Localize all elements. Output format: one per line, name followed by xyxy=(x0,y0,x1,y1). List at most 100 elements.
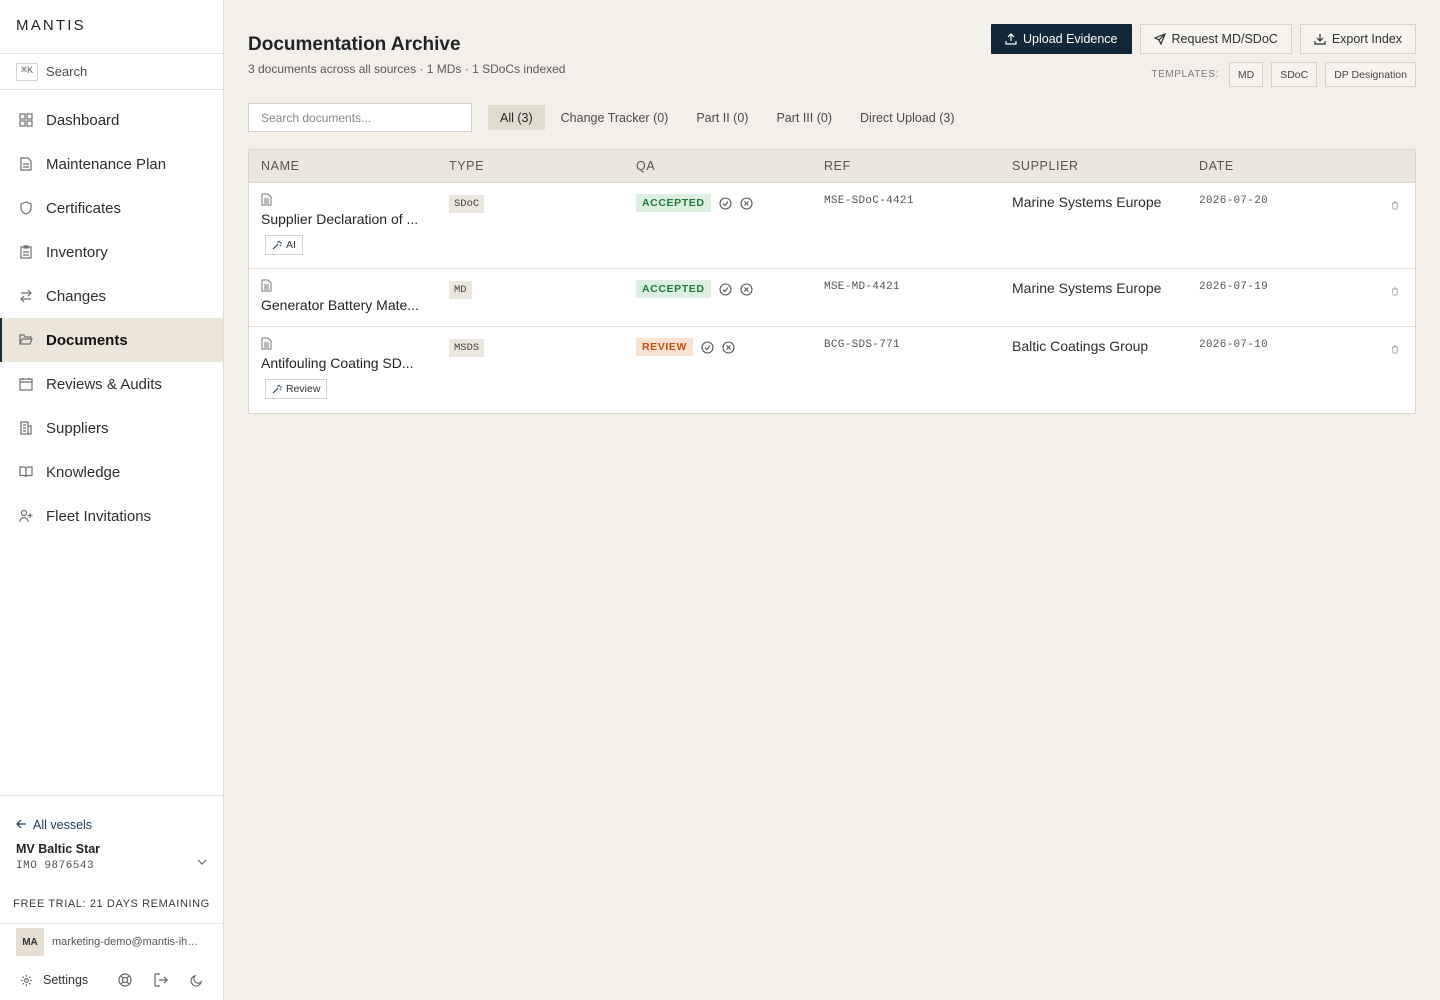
type-badge: SDoC xyxy=(449,195,485,213)
all-vessels-link[interactable]: All vessels xyxy=(0,796,223,836)
trash-icon[interactable] xyxy=(1391,197,1399,213)
document-name[interactable]: Generator Battery Mate... xyxy=(261,297,425,313)
sidebar-item-dashboard[interactable]: Dashboard xyxy=(0,98,223,142)
document-search-input[interactable] xyxy=(248,103,472,132)
moon-icon[interactable] xyxy=(190,974,203,987)
document-icon xyxy=(261,337,437,351)
tab-all[interactable]: All (3) xyxy=(488,105,545,130)
search-label: Search xyxy=(46,64,88,79)
logout-icon[interactable] xyxy=(154,973,168,987)
template-sdoc-button[interactable]: SDoC xyxy=(1271,62,1318,87)
sidebar-item-knowledge[interactable]: Knowledge xyxy=(0,450,223,494)
sidebar-item-maintenance-plan[interactable]: Maintenance Plan xyxy=(0,142,223,186)
document-icon xyxy=(261,193,437,207)
column-header-supplier[interactable]: SUPPLIER xyxy=(1000,159,1187,173)
table-row[interactable]: Supplier Declaration of ... AI SDoC ACCE… xyxy=(249,183,1415,269)
page-subtitle: 3 documents across all sources · 1 MDs ·… xyxy=(248,62,566,76)
templates-label: TEMPLATES: xyxy=(1151,69,1219,80)
sidebar-item-label: Certificates xyxy=(46,199,122,217)
sidebar-item-inventory[interactable]: Inventory xyxy=(0,230,223,274)
sidebar: MANTIS ⌘K Search Dashboard Maintenance P… xyxy=(0,0,224,1000)
clipboard-icon xyxy=(18,244,34,260)
shield-icon xyxy=(18,200,34,216)
table-row[interactable]: Generator Battery Mate... MD ACCEPTED MS… xyxy=(249,269,1415,327)
building-icon xyxy=(18,420,34,436)
brand-logo: MANTIS xyxy=(0,0,223,54)
sidebar-item-label: Knowledge xyxy=(46,463,121,481)
avatar: MA xyxy=(16,928,44,956)
sidebar-item-reviews-audits[interactable]: Reviews & Audits xyxy=(0,362,223,406)
upload-evidence-button[interactable]: Upload Evidence xyxy=(991,24,1132,54)
trash-icon[interactable] xyxy=(1391,283,1399,299)
vessel-imo: IMO 9876543 xyxy=(16,860,95,872)
sidebar-item-label: Dashboard xyxy=(46,111,120,129)
reject-x-icon[interactable] xyxy=(740,196,753,210)
sidebar-item-certificates[interactable]: Certificates xyxy=(0,186,223,230)
document-name[interactable]: Supplier Declaration of ... xyxy=(261,211,425,227)
document-name[interactable]: Antifouling Coating SD... xyxy=(261,355,425,371)
shortcut-hint: ⌘K xyxy=(16,62,39,81)
sidebar-item-documents[interactable]: Documents xyxy=(0,318,223,362)
download-icon xyxy=(1314,33,1326,45)
reject-x-icon[interactable] xyxy=(740,282,753,296)
user-row[interactable]: MA marketing-demo@mantis-ihm.l... xyxy=(0,924,223,960)
tab-part-iii[interactable]: Part III (0) xyxy=(764,105,844,130)
source-tabs: All (3) Change Tracker (0) Part II (0) P… xyxy=(488,105,967,130)
approve-check-icon[interactable] xyxy=(719,282,732,296)
arrow-left-icon xyxy=(16,818,27,832)
sparkle-icon xyxy=(272,384,282,394)
template-md-button[interactable]: MD xyxy=(1228,62,1264,87)
sidebar-nav: Dashboard Maintenance Plan Certificates … xyxy=(0,90,223,538)
approve-check-icon[interactable] xyxy=(719,196,732,210)
vessel-name: MV Baltic Star xyxy=(16,842,101,856)
trash-icon[interactable] xyxy=(1391,341,1399,357)
column-header-date[interactable]: DATE xyxy=(1187,159,1337,173)
supplier-name: Baltic Coatings Group xyxy=(1012,338,1149,354)
column-header-type[interactable]: TYPE xyxy=(437,159,624,173)
dashboard-icon xyxy=(18,112,34,128)
table-row[interactable]: Antifouling Coating SD... Review MSDS RE… xyxy=(249,327,1415,413)
sidebar-item-changes[interactable]: Changes xyxy=(0,274,223,318)
sidebar-item-label: Changes xyxy=(46,287,107,305)
export-index-button[interactable]: Export Index xyxy=(1299,24,1416,54)
document-date: 2026-07-19 xyxy=(1199,281,1269,293)
document-ref: MSE-SDoC-4421 xyxy=(824,195,914,207)
folder-open-icon xyxy=(18,332,34,348)
sidebar-footer: All vessels MV Baltic Star IMO 9876543 F… xyxy=(0,795,223,1000)
export-index-label: Export Index xyxy=(1331,32,1402,46)
sidebar-item-label: Inventory xyxy=(46,243,108,261)
page-title: Documentation Archive xyxy=(248,34,461,55)
vessel-selector[interactable]: MV Baltic Star IMO 9876543 xyxy=(0,836,223,880)
request-md-sdoc-button[interactable]: Request MD/SDoC xyxy=(1139,24,1292,54)
upload-icon xyxy=(1005,33,1017,45)
column-header-qa[interactable]: QA xyxy=(624,159,812,173)
help-icon[interactable] xyxy=(118,973,132,987)
column-header-ref[interactable]: REF xyxy=(812,159,1000,173)
arrows-icon xyxy=(18,288,34,304)
document-date: 2026-07-10 xyxy=(1199,339,1269,351)
tab-direct-upload[interactable]: Direct Upload (3) xyxy=(848,105,966,130)
templates-bar: TEMPLATES: MD SDoC DP Designation xyxy=(1151,62,1416,87)
all-vessels-label: All vessels xyxy=(33,817,93,832)
reject-x-icon[interactable] xyxy=(722,340,735,354)
table-header: NAME TYPE QA REF SUPPLIER DATE xyxy=(249,150,1415,183)
sidebar-item-fleet-invitations[interactable]: Fleet Invitations xyxy=(0,494,223,538)
sidebar-item-label: Suppliers xyxy=(46,419,109,437)
review-tag-label: Review xyxy=(286,383,321,395)
sparkle-icon xyxy=(272,240,282,250)
column-header-name[interactable]: NAME xyxy=(249,159,437,173)
sidebar-item-label: Documents xyxy=(46,331,128,349)
supplier-name: Marine Systems Europe xyxy=(1012,280,1162,296)
tab-part-ii[interactable]: Part II (0) xyxy=(684,105,760,130)
template-dp-designation-button[interactable]: DP Designation xyxy=(1325,62,1416,87)
settings-button[interactable]: Settings xyxy=(43,973,88,987)
tab-change-tracker[interactable]: Change Tracker (0) xyxy=(549,105,681,130)
qa-status-badge: ACCEPTED xyxy=(636,194,711,212)
sidebar-search[interactable]: ⌘K Search xyxy=(0,54,223,90)
filter-row: All (3) Change Tracker (0) Part II (0) P… xyxy=(248,103,967,132)
gear-icon[interactable] xyxy=(20,974,33,987)
file-icon xyxy=(18,156,34,172)
sidebar-item-suppliers[interactable]: Suppliers xyxy=(0,406,223,450)
sidebar-item-label: Fleet Invitations xyxy=(46,507,152,525)
approve-check-icon[interactable] xyxy=(701,340,714,354)
